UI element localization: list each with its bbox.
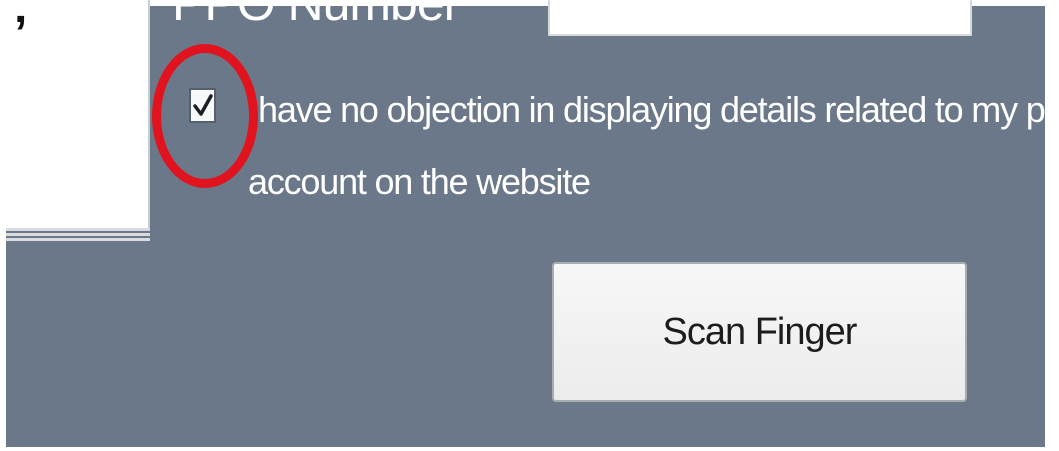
checkmark-icon	[192, 93, 213, 116]
photo-box-underline	[6, 228, 150, 246]
consent-checkbox[interactable]	[189, 88, 216, 123]
scan-finger-button[interactable]: Scan Finger	[552, 262, 967, 402]
consent-label[interactable]: have no objection in displaying details …	[248, 84, 1059, 208]
app-window: ’ PPO Number have no objection in displa…	[0, 0, 1059, 451]
consent-label-line-2: account on the website	[248, 161, 591, 202]
ppo-number-label: PPO Number	[172, 0, 460, 31]
photo-box: ’	[6, 0, 150, 228]
consent-label-line-1: have no objection in displaying details …	[258, 89, 1059, 130]
photo-fragment: ’	[14, 7, 28, 60]
ppo-number-input[interactable]	[548, 0, 972, 36]
